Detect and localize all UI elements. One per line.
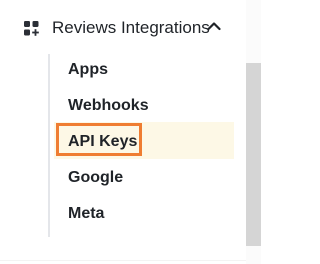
scrollbar-thumb[interactable]: [246, 63, 261, 246]
bottom-divider: [0, 260, 246, 261]
apps-add-icon: [24, 20, 39, 36]
nav-item-meta[interactable]: Meta: [68, 203, 104, 225]
section-title: Reviews Integrations: [52, 18, 210, 37]
nav-item-api-keys[interactable]: API Keys: [68, 131, 137, 153]
nav-item-webhooks[interactable]: Webhooks: [68, 95, 149, 117]
nav-item-google[interactable]: Google: [68, 167, 123, 189]
tree-line: [48, 54, 50, 237]
chevron-up-icon[interactable]: [207, 21, 221, 31]
reviews-integrations-header[interactable]: Reviews Integrations: [24, 16, 210, 40]
nav-item-apps[interactable]: Apps: [68, 59, 108, 81]
